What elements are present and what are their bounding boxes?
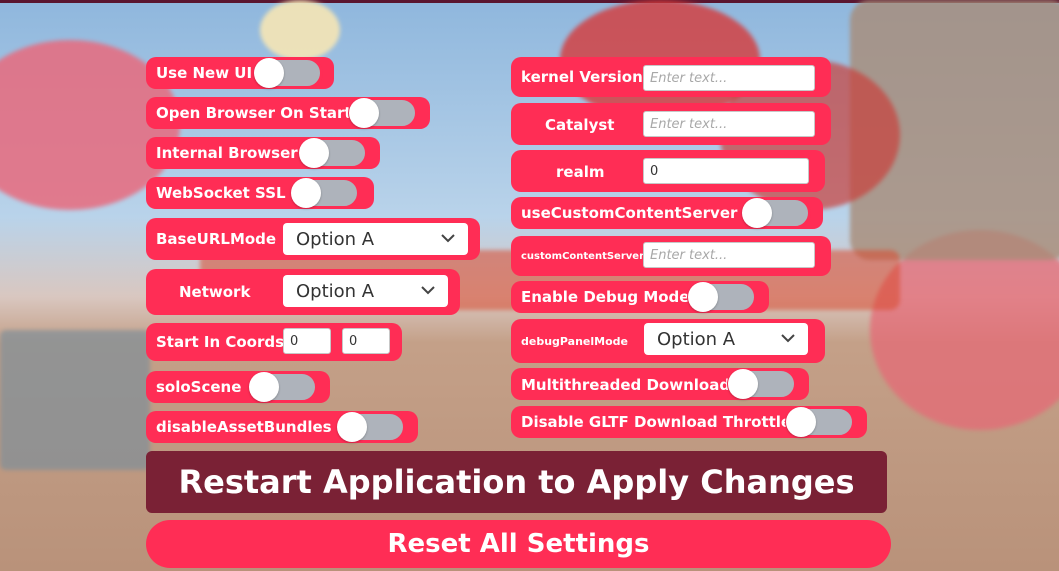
multithreaded-download-toggle[interactable] [727, 368, 797, 400]
toggle-knob [728, 369, 758, 399]
use-new-ui-label: Use New UI [156, 64, 253, 82]
use-new-ui-toggle[interactable] [253, 57, 323, 89]
open-browser-on-start-label: Open Browser On Start [156, 104, 352, 122]
toggle-knob [249, 372, 279, 402]
reset-all-settings-label: Reset All Settings [387, 529, 650, 559]
catalyst-label: Catalyst [545, 116, 615, 134]
reset-all-settings-button[interactable]: Reset All Settings [146, 520, 891, 568]
toggle-knob [786, 407, 816, 437]
toggle-knob [299, 138, 329, 168]
disable-gltf-download-throttle-toggle[interactable] [785, 406, 855, 438]
kernel-version-input[interactable] [643, 65, 815, 91]
enable-debug-mode-toggle[interactable] [687, 281, 757, 313]
use-custom-content-server-toggle[interactable] [741, 197, 811, 229]
multithreaded-download-label: Multithreaded Download [521, 376, 731, 394]
toggle-knob [742, 198, 772, 228]
toggle-knob [349, 98, 379, 128]
start-coord-y-input[interactable] [342, 328, 390, 354]
chevron-down-icon [421, 286, 435, 295]
disable-gltf-download-throttle-label: Disable GLTF Download Throttle [521, 413, 792, 431]
network-selected: Option A [296, 280, 375, 302]
toggle-knob [337, 412, 367, 442]
debug-panel-mode-selected: Option A [657, 328, 736, 350]
realm-label: realm [556, 163, 605, 181]
catalyst-input[interactable] [643, 111, 815, 137]
solo-scene-label: soloScene [156, 378, 242, 396]
solo-scene-toggle[interactable] [248, 371, 318, 403]
disable-asset-bundles-toggle[interactable] [336, 411, 406, 443]
debug-panel-mode-dropdown[interactable]: Option A [644, 323, 808, 355]
base-url-mode-dropdown[interactable]: Option A [283, 223, 468, 255]
custom-content-server-input[interactable] [643, 242, 815, 268]
internal-browser-toggle[interactable] [298, 137, 368, 169]
websocket-ssl-label: WebSocket SSL [156, 184, 286, 202]
internal-browser-label: Internal Browser [156, 144, 298, 162]
open-browser-on-start-toggle[interactable] [348, 97, 418, 129]
network-label: Network [179, 283, 251, 301]
kernel-version-label: kernel Version [521, 68, 643, 86]
restart-application-label: Restart Application to Apply Changes [178, 463, 855, 501]
websocket-ssl-toggle[interactable] [290, 177, 360, 209]
network-dropdown[interactable]: Option A [283, 275, 448, 307]
chevron-down-icon [781, 334, 795, 343]
base-url-mode-selected: Option A [296, 228, 375, 250]
disable-asset-bundles-label: disableAssetBundles [156, 418, 332, 436]
toggle-knob [688, 282, 718, 312]
custom-content-server-label: customContentServer [521, 251, 645, 262]
start-in-coords-label: Start In Coords [156, 333, 285, 351]
chevron-down-icon [441, 234, 455, 243]
debug-panel-mode-label: debugPanelMode [521, 335, 629, 348]
realm-input[interactable] [643, 158, 809, 184]
restart-application-button[interactable]: Restart Application to Apply Changes [146, 451, 887, 513]
use-custom-content-server-label: useCustomContentServer [521, 204, 738, 222]
toggle-knob [254, 58, 284, 88]
base-url-mode-label: BaseURLMode [156, 230, 277, 248]
start-coord-x-input[interactable] [283, 328, 331, 354]
enable-debug-mode-label: Enable Debug Mode [521, 288, 690, 306]
toggle-knob [291, 178, 321, 208]
